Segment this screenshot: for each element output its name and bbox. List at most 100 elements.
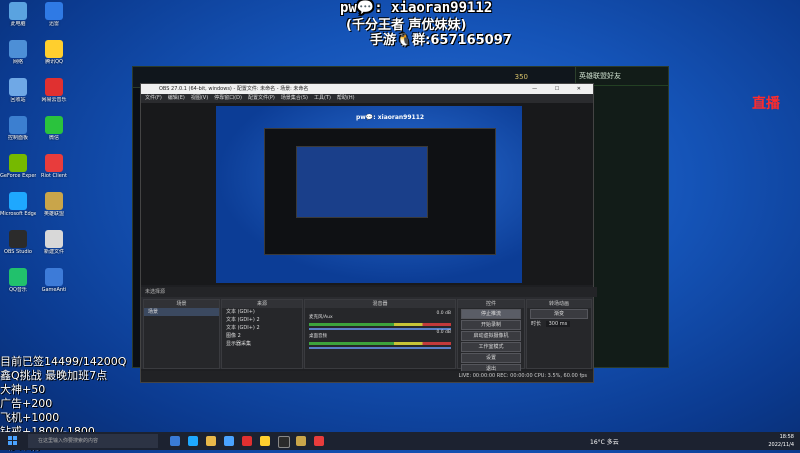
duration-input[interactable]: 300 ms bbox=[545, 321, 571, 327]
desktop-shortcut-label: 微信 bbox=[48, 135, 59, 141]
riot-icon bbox=[45, 154, 63, 172]
desktop-shortcut[interactable]: GameAnti bbox=[36, 268, 72, 304]
preview-desktop-capture: pw💬: xiaoran99112 bbox=[216, 106, 522, 283]
desktop-shortcut[interactable]: 网络 bbox=[0, 40, 36, 76]
clock-date: 2022/11/4 bbox=[768, 442, 794, 448]
clock[interactable]: 18:58 2022/11/4 bbox=[768, 433, 794, 449]
desktop-shortcut[interactable]: 英雄联盟 bbox=[36, 192, 72, 228]
computer-icon bbox=[9, 2, 27, 20]
desktop-shortcut[interactable]: QQ音乐 bbox=[0, 268, 36, 304]
obs-menu-item[interactable]: 停靠窗口(D) bbox=[214, 94, 242, 103]
desktop-shortcut-label: 控制面板 bbox=[7, 135, 28, 141]
source-item[interactable]: 图像 2 bbox=[222, 332, 302, 340]
transition-panel: 转场动画 渐变 时长 300 ms bbox=[526, 299, 592, 369]
obs-menu-item[interactable]: 配置文件(P) bbox=[248, 94, 275, 103]
coin-count: 350 bbox=[514, 73, 528, 81]
desktop-shortcut-label: 腾讯QQ bbox=[45, 59, 63, 65]
live-tag: 直播 bbox=[752, 96, 780, 112]
task-view-icon[interactable] bbox=[170, 436, 180, 446]
desktop-shortcut[interactable]: GeForce Experience bbox=[0, 154, 36, 190]
qq-music-icon bbox=[9, 268, 27, 286]
desktop-shortcut[interactable]: 回收站 bbox=[0, 78, 36, 114]
settings-button[interactable]: 设置 bbox=[461, 353, 521, 363]
netease-icon bbox=[45, 78, 63, 96]
obs-menubar: 文件(F) 编辑(E) 视图(V) 停靠窗口(D) 配置文件(P) 场景集合(S) 工具(T… bbox=[141, 94, 593, 103]
no-source-label: 未选择源 bbox=[141, 287, 597, 297]
scenes-panel: 场景 场景 bbox=[143, 299, 220, 369]
mixer-panel: 混音器 麦克风/Aux 0.0 dB 桌面音频 0.0 dB bbox=[304, 299, 456, 369]
sources-panel: 来源 文本 (GDI+) 文本 (GDI+) 2 文本 (GDI+) 2 图像 … bbox=[221, 299, 303, 369]
taskbar: 在这里输入你要搜索的内容 16°C 多云 18:58 2022/11/4 bbox=[0, 432, 800, 450]
obs-menu-item[interactable]: 文件(F) bbox=[145, 94, 162, 103]
desktop-shortcut[interactable]: 新建文件 bbox=[36, 230, 72, 266]
desktop-shortcut-label: GameAnti bbox=[41, 287, 67, 293]
obs-window: OBS 27.0.1 (64-bit, windows) - 配置文件: 未命名… bbox=[140, 83, 597, 383]
studio-mode-button[interactable]: 工作室模式 bbox=[461, 342, 521, 352]
desktop-icons-col-2: 迅雷腾讯QQ 网易云音乐微信 Riot Client 英雄联盟新建文件 GameAnti bbox=[36, 0, 72, 306]
preview-overlay-text: pw💬: xiaoran99112 bbox=[356, 114, 425, 121]
lol-icon bbox=[45, 192, 63, 210]
store-icon[interactable] bbox=[224, 436, 234, 446]
volume-slider[interactable] bbox=[309, 347, 451, 349]
obs-icon[interactable] bbox=[278, 436, 290, 448]
duration-row: 时长 300 ms bbox=[527, 320, 591, 328]
scenes-title: 场景 bbox=[144, 300, 219, 308]
stat-line: 鑫Q挑战 最晚加班7点 bbox=[0, 369, 108, 382]
source-item[interactable]: 显示器采集 bbox=[222, 340, 302, 348]
weather-widget[interactable]: 16°C 多云 bbox=[590, 437, 619, 446]
desktop-shortcut[interactable]: 迅雷 bbox=[36, 2, 72, 38]
obs-menu-item[interactable]: 编辑(E) bbox=[168, 94, 185, 103]
mixer-channel-db: 0.0 dB bbox=[436, 311, 451, 316]
desktop-icons-col-1: 此电脑网络回收站控制面板 GeForce Experience Microsoft … bbox=[0, 0, 36, 306]
taskbar-search[interactable]: 在这里输入你要搜索的内容 bbox=[28, 434, 158, 448]
controls-title: 控件 bbox=[458, 300, 524, 308]
stop-stream-button[interactable]: 停止推流 bbox=[461, 309, 521, 319]
source-item[interactable]: 文本 (GDI+) bbox=[222, 308, 302, 316]
qq-icon[interactable] bbox=[260, 436, 270, 446]
start-button[interactable] bbox=[8, 436, 18, 446]
overlay-qq-line: 手游🐧群:657165097 bbox=[370, 33, 512, 48]
obs-menu-item[interactable]: 场景集合(S) bbox=[281, 94, 308, 103]
virtual-camera-button[interactable]: 启动虚拟摄像机 bbox=[461, 331, 521, 341]
obs-menu-item[interactable]: 工具(T) bbox=[314, 94, 331, 103]
clock-time: 18:58 bbox=[779, 434, 794, 440]
edge-icon[interactable] bbox=[188, 436, 198, 446]
stat-line: 目前已签14499/14200Q bbox=[0, 355, 127, 368]
desktop-shortcut-label: 新建文件 bbox=[43, 249, 64, 255]
desktop-shortcut-label: Riot Client bbox=[41, 173, 67, 179]
file-explorer-icon[interactable] bbox=[206, 436, 216, 446]
desktop-shortcut[interactable]: Riot Client bbox=[36, 154, 72, 190]
transition-title: 转场动画 bbox=[527, 300, 591, 308]
desktop-shortcut[interactable]: 控制面板 bbox=[0, 116, 36, 152]
source-item[interactable]: 文本 (GDI+) 2 bbox=[222, 316, 302, 324]
source-item[interactable]: 文本 (GDI+) 2 bbox=[222, 324, 302, 332]
obs-menu-item[interactable]: 帮助(H) bbox=[337, 94, 355, 103]
obs-menu-item[interactable]: 视图(V) bbox=[191, 94, 208, 103]
desktop-shortcut-label: 此电脑 bbox=[10, 21, 26, 27]
mixer-channel-name: 麦克风/Aux bbox=[309, 315, 333, 320]
desktop-shortcut-label: Microsoft Edge bbox=[0, 211, 36, 217]
desktop-shortcut-label: 英雄联盟 bbox=[43, 211, 64, 217]
desktop-shortcut-label: 网易云音乐 bbox=[41, 97, 67, 103]
desktop-shortcut[interactable]: OBS Studio bbox=[0, 230, 36, 266]
riot-icon[interactable] bbox=[314, 436, 324, 446]
desktop-shortcut[interactable]: 腾讯QQ bbox=[36, 40, 72, 76]
desktop-shortcut[interactable]: 微信 bbox=[36, 116, 72, 152]
stat-line: 广告+200 bbox=[0, 397, 53, 410]
obs-icon bbox=[9, 230, 27, 248]
desktop-shortcut[interactable]: 此电脑 bbox=[0, 2, 36, 38]
obs-preview[interactable]: pw💬: xiaoran99112 bbox=[141, 103, 593, 285]
desktop-shortcut-label: QQ音乐 bbox=[9, 287, 27, 293]
lol-icon[interactable] bbox=[296, 436, 306, 446]
scene-item[interactable]: 场景 bbox=[144, 308, 219, 316]
mixer-title: 混音器 bbox=[305, 300, 455, 308]
netease-icon[interactable] bbox=[242, 436, 252, 446]
desktop-shortcut[interactable]: Microsoft Edge bbox=[0, 192, 36, 228]
desktop-shortcut[interactable]: 网易云音乐 bbox=[36, 78, 72, 114]
obs-docks: 未选择源 场景 场景 来源 文本 (GDI+) 文本 (GDI+) 2 文本 (… bbox=[141, 287, 597, 374]
start-recording-button[interactable]: 开始录制 bbox=[461, 320, 521, 330]
wechat-icon bbox=[45, 116, 63, 134]
stat-line: 大神+50 bbox=[0, 383, 46, 396]
transition-select[interactable]: 渐变 bbox=[530, 309, 588, 319]
window-buttons[interactable]: — ☐ ✕ bbox=[532, 84, 589, 94]
